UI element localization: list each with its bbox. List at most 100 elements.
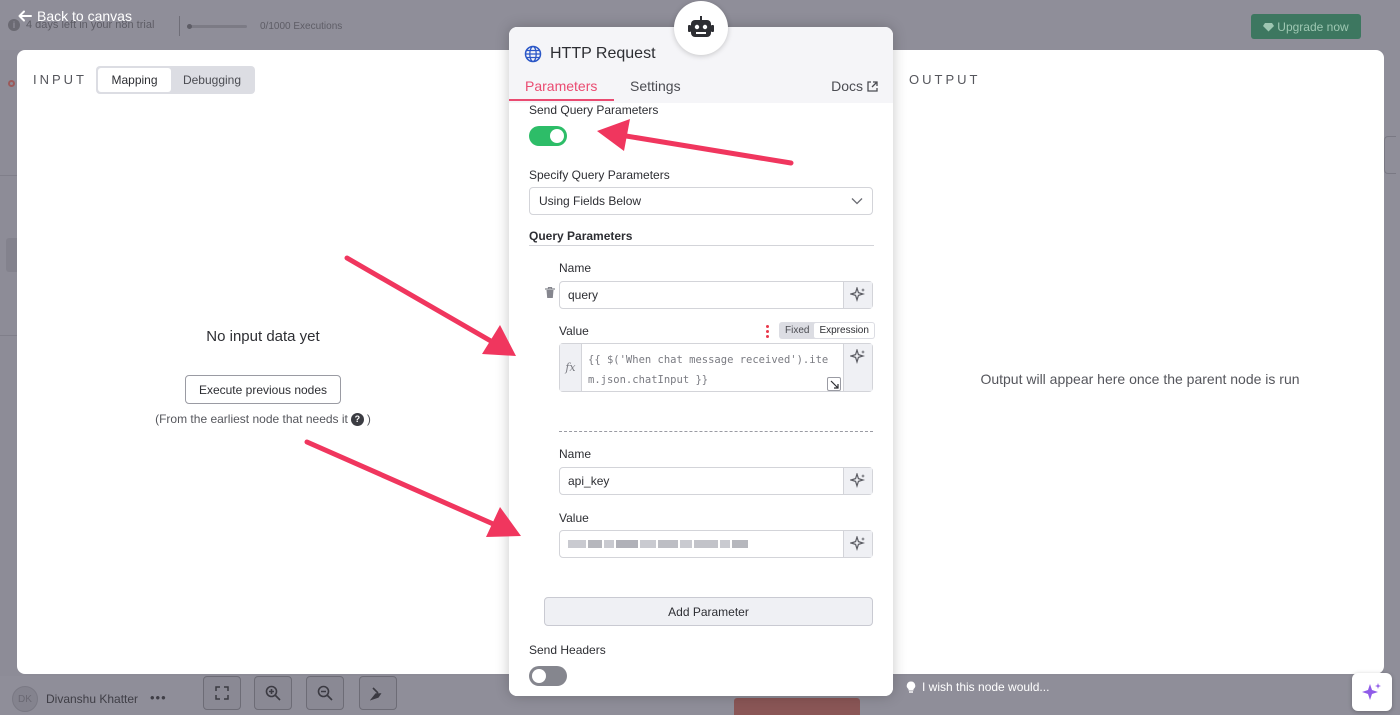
zoom-in-icon — [265, 685, 281, 701]
delete-parameter-button[interactable] — [545, 285, 555, 303]
parameters-form: Send Query Parameters Specify Query Para… — [509, 103, 893, 696]
execute-workflow-chip — [734, 698, 860, 715]
toggle-knob — [550, 129, 564, 143]
no-input-title: No input data yet — [206, 328, 320, 345]
canvas-node-mark — [6, 238, 17, 272]
param-value-label: Value — [559, 511, 589, 525]
param-name-label: Name — [559, 447, 592, 461]
ai-assist-button[interactable] — [843, 282, 872, 308]
canvas-line — [0, 335, 18, 336]
output-panel-title: OUTPUT — [909, 72, 981, 87]
tidy-up-button[interactable] — [359, 676, 397, 710]
specify-query-label: Specify Query Parameters — [529, 168, 670, 182]
mode-expression[interactable]: Expression — [814, 323, 874, 338]
fit-view-button[interactable] — [203, 676, 241, 710]
redacted-value — [560, 531, 843, 557]
input-panel-title: INPUT — [33, 72, 87, 87]
zoom-out-button[interactable] — [306, 676, 344, 710]
chevron-down-icon — [851, 198, 863, 205]
ai-assist-button[interactable] — [843, 468, 872, 494]
node-title: HTTP Request — [524, 45, 656, 63]
param-name-value: query — [568, 288, 599, 302]
value-mode-switch: Fixed Expression — [779, 322, 875, 339]
specify-query-value: Using Fields Below — [539, 194, 642, 208]
query-parameters-title: Query Parameters — [529, 229, 633, 243]
robot-node-badge — [674, 1, 728, 55]
send-query-toggle[interactable] — [529, 126, 567, 146]
sparkle-icon — [850, 473, 866, 489]
add-parameter-button[interactable]: Add Parameter — [544, 597, 873, 626]
send-headers-label: Send Headers — [529, 643, 606, 657]
sparkle-icon — [850, 287, 866, 303]
parameter-separator — [559, 431, 873, 432]
expression-editor[interactable]: fx {{ $('When chat message received').it… — [559, 343, 873, 392]
input-mode-switch: Mapping Debugging — [96, 66, 255, 94]
upgrade-button[interactable]: Upgrade now — [1251, 14, 1361, 39]
docs-link[interactable]: Docs — [831, 78, 878, 94]
active-tab-indicator — [509, 99, 614, 101]
fx-icon: fx — [560, 344, 582, 391]
broom-icon — [370, 687, 382, 701]
sparkle-icon — [1362, 683, 1381, 700]
tab-settings[interactable]: Settings — [630, 78, 681, 94]
ai-assist-button[interactable] — [843, 531, 872, 557]
execute-hint-text: (From the earliest node that needs it — [155, 412, 348, 426]
executions-count: 0/1000 Executions — [260, 21, 343, 32]
execute-hint-close: ) — [366, 412, 371, 426]
arrow-left-icon — [18, 10, 32, 22]
wish-text: I wish this node would... — [922, 680, 1050, 694]
trash-icon — [545, 286, 555, 298]
upgrade-label: Upgrade now — [1277, 19, 1349, 34]
back-to-canvas-link[interactable]: Back to canvas — [18, 8, 132, 24]
param-name-input[interactable]: api_key — [559, 467, 873, 495]
more-options-icon[interactable] — [766, 325, 769, 338]
tab-debugging[interactable]: Debugging — [171, 68, 253, 92]
send-headers-toggle[interactable] — [529, 666, 567, 686]
param-name-label: Name — [559, 261, 592, 275]
zoom-in-button[interactable] — [254, 676, 292, 710]
canvas-line — [0, 175, 18, 176]
gem-icon — [1263, 22, 1275, 31]
zoom-out-icon — [317, 685, 333, 701]
http-request-panel: HTTP Request Parameters Settings Docs Se… — [509, 27, 893, 696]
divider — [179, 16, 180, 36]
ai-assist-button[interactable] — [843, 344, 872, 391]
robot-icon — [688, 16, 714, 37]
execute-previous-nodes-button[interactable]: Execute previous nodes — [185, 375, 341, 404]
tab-mapping[interactable]: Mapping — [98, 68, 171, 92]
section-divider — [529, 245, 874, 246]
expression-text: {{ $('When chat message received').item.… — [588, 354, 829, 386]
question-icon[interactable]: ? — [350, 412, 364, 426]
executions-progress — [187, 24, 247, 29]
feedback-prompt[interactable]: I wish this node would... — [906, 680, 1049, 694]
ask-ai-button[interactable] — [1352, 673, 1392, 711]
user-name: Divanshu Khatter — [46, 692, 139, 706]
node-title-text[interactable]: HTTP Request — [550, 45, 656, 63]
param-value-label: Value — [559, 324, 589, 338]
sparkle-icon — [850, 349, 866, 365]
mode-fixed[interactable]: Fixed — [780, 323, 814, 338]
output-empty-message: Output will appear here once the parent … — [980, 371, 1300, 387]
tab-parameters[interactable]: Parameters — [525, 78, 597, 94]
external-link-icon — [867, 80, 878, 92]
expand-editor-button[interactable] — [827, 377, 841, 391]
docs-label: Docs — [831, 78, 863, 94]
avatar[interactable]: DK — [12, 686, 38, 712]
canvas-panel-handle — [1384, 136, 1396, 174]
lightbulb-icon — [906, 680, 916, 693]
api-key-value-input[interactable] — [559, 530, 873, 558]
back-to-canvas-label: Back to canvas — [37, 8, 132, 24]
user-menu-button[interactable]: ••• — [150, 690, 167, 705]
fullscreen-icon — [215, 686, 229, 700]
globe-icon — [524, 45, 542, 63]
send-query-label: Send Query Parameters — [529, 103, 659, 117]
expand-icon — [830, 380, 839, 389]
param-name-value: api_key — [568, 474, 610, 488]
canvas-node-dot — [8, 80, 15, 87]
toggle-knob — [532, 669, 546, 683]
param-name-input[interactable]: query — [559, 281, 873, 309]
redacted-blur — [568, 540, 748, 548]
sparkle-icon — [850, 536, 866, 552]
execute-hint: (From the earliest node that needs it ? … — [140, 412, 386, 426]
specify-query-select[interactable]: Using Fields Below — [529, 187, 873, 215]
